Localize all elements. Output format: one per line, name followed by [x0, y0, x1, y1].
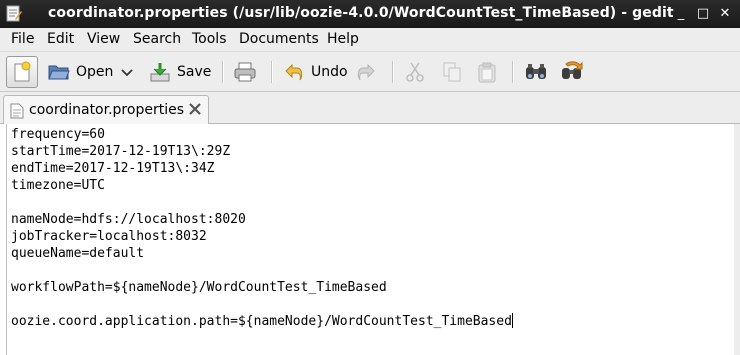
text-document-icon	[10, 103, 24, 119]
paste-button[interactable]	[476, 56, 498, 88]
window-title: coordinator.properties (/usr/lib/oozie-4…	[48, 5, 674, 21]
editor-line: timezone=UTC	[11, 178, 105, 193]
editor-line: frequency=60	[11, 127, 105, 142]
maximize-button[interactable]: □	[694, 4, 712, 24]
copy-button[interactable]	[441, 56, 463, 88]
save-label: Save	[177, 64, 212, 80]
folder-open-icon	[48, 65, 70, 80]
toolbar: Open Save Undo	[0, 52, 740, 92]
editor-line-text: oozie.coord.application.path=${nameNode}…	[11, 314, 512, 329]
toolbar-separator	[392, 61, 394, 83]
new-document-button[interactable]	[6, 56, 38, 88]
chevron-down-icon	[121, 69, 133, 77]
open-button[interactable]: Open	[48, 56, 113, 88]
editor-line: nameNode=hdfs://localhost:8020	[11, 212, 246, 227]
title-bar: coordinator.properties (/usr/lib/oozie-4…	[0, 0, 740, 28]
find-button[interactable]	[524, 56, 548, 88]
toolbar-separator	[512, 61, 514, 83]
print-button[interactable]	[233, 56, 257, 88]
toolbar-separator	[271, 61, 273, 83]
close-tab-icon[interactable]	[187, 101, 203, 117]
menu-tools[interactable]: Tools	[192, 31, 227, 47]
menu-file[interactable]: File	[11, 31, 34, 47]
menu-search[interactable]: Search	[133, 31, 181, 47]
text-cursor	[511, 313, 513, 328]
undo-icon	[285, 63, 303, 81]
find-replace-button[interactable]	[560, 56, 584, 88]
printer-icon	[234, 62, 256, 82]
save-icon	[150, 63, 170, 82]
gedit-app-icon	[6, 5, 22, 22]
menu-view[interactable]: View	[87, 31, 120, 47]
redo-button[interactable]	[355, 56, 377, 88]
scissors-icon	[406, 62, 424, 82]
close-window-button[interactable]: ✕	[716, 4, 734, 24]
find-replace-icon	[562, 61, 583, 79]
toolbar-separator	[222, 61, 224, 83]
save-button[interactable]: Save	[149, 56, 211, 88]
editor-line: workflowPath=${nameNode}/WordCountTest_T…	[11, 280, 387, 295]
open-label: Open	[76, 64, 114, 80]
new-document-icon	[14, 61, 31, 82]
menu-documents[interactable]: Documents	[239, 31, 319, 47]
menu-bar: File Edit View Search Tools Documents He…	[0, 28, 740, 52]
redo-icon	[357, 63, 375, 81]
undo-button[interactable]: Undo	[283, 56, 348, 88]
binoculars-icon	[526, 64, 546, 79]
menu-edit[interactable]: Edit	[47, 31, 74, 47]
undo-label: Undo	[311, 64, 348, 80]
editor-right-edge	[734, 124, 740, 355]
editor-line: startTime=2017-12-19T13\:29Z	[11, 144, 231, 159]
copy-icon	[443, 62, 461, 82]
text-editor[interactable]: frequency=60 startTime=2017-12-19T13\:29…	[6, 124, 740, 355]
editor-line: jobTracker=localhost:8032	[11, 229, 207, 244]
clipboard-icon	[478, 62, 496, 83]
cut-button[interactable]	[404, 56, 426, 88]
recent-files-dropdown[interactable]	[120, 56, 134, 88]
document-tab-bar: coordinator.properties	[0, 92, 740, 124]
tab-label: coordinator.properties	[29, 102, 184, 118]
editor-line: queueName=default	[11, 246, 145, 261]
minimize-button[interactable]: _	[672, 4, 690, 24]
menu-help[interactable]: Help	[327, 31, 359, 47]
editor-line: endTime=2017-12-19T13\:34Z	[11, 161, 215, 176]
tab-coordinator-properties[interactable]: coordinator.properties	[3, 95, 209, 124]
editor-line-last: oozie.coord.application.path=${nameNode}…	[11, 313, 513, 330]
